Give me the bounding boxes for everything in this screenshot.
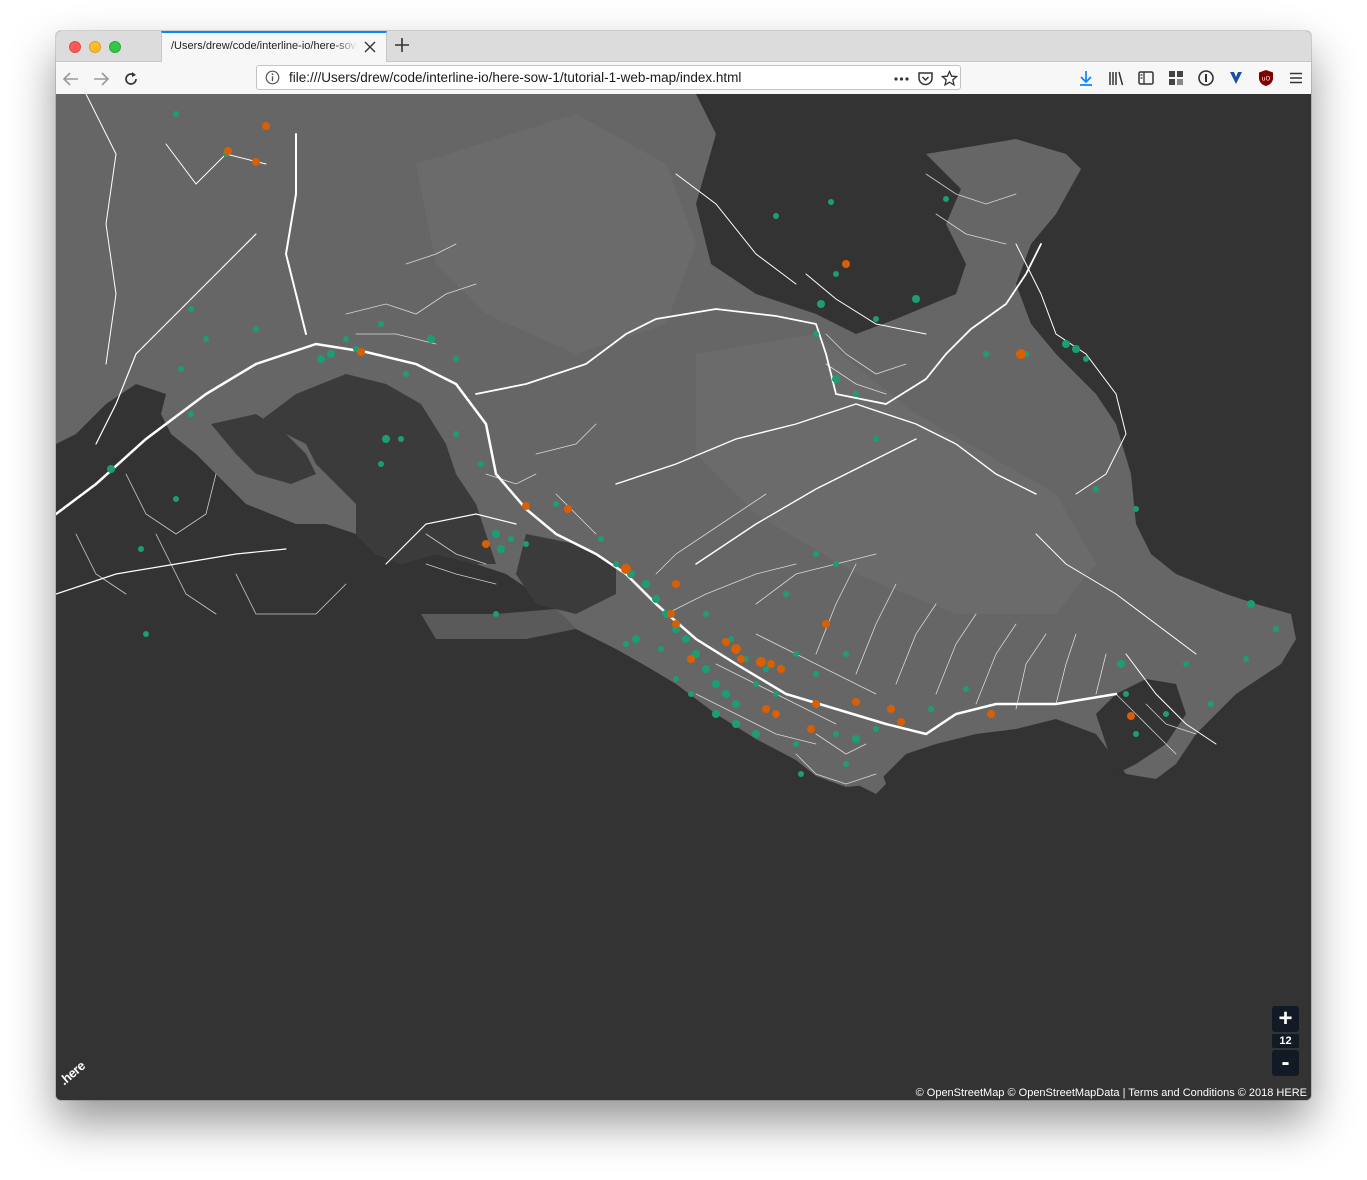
close-window-button[interactable] xyxy=(69,41,81,53)
minimize-window-button[interactable] xyxy=(89,41,101,53)
new-tab-icon[interactable] xyxy=(394,37,410,53)
tab-strip: /Users/drew/code/interline-io/here-sow-1… xyxy=(56,31,1311,62)
library-icon[interactable] xyxy=(1107,69,1125,87)
close-tab-icon[interactable] xyxy=(364,40,376,53)
zoom-window-button[interactable] xyxy=(109,41,121,53)
map-attribution[interactable]: © OpenStreetMap © OpenStreetMapData | Te… xyxy=(916,1087,1307,1099)
info-icon[interactable] xyxy=(265,70,280,85)
1password-icon[interactable] xyxy=(1197,69,1215,87)
navigation-toolbar: file:///Users/drew/code/interline-io/her… xyxy=(56,62,1311,95)
zoom-control: + 12 - xyxy=(1272,1006,1299,1076)
sidebar-icon[interactable] xyxy=(1137,69,1155,87)
zoom-level-indicator: 12 xyxy=(1272,1034,1299,1048)
browser-window: /Users/drew/code/interline-io/here-sow-1… xyxy=(56,31,1311,1100)
menu-icon[interactable] xyxy=(1287,69,1305,87)
zoom-out-button[interactable]: - xyxy=(1272,1050,1299,1076)
tab-title: /Users/drew/code/interline-io/here-sow-1… xyxy=(171,40,357,52)
forward-icon[interactable] xyxy=(92,70,110,88)
pocket-icon[interactable] xyxy=(917,70,934,87)
tab-active[interactable]: /Users/drew/code/interline-io/here-sow-1… xyxy=(161,31,387,62)
url-text[interactable]: file:///Users/drew/code/interline-io/her… xyxy=(289,70,741,85)
download-icon[interactable] xyxy=(1077,69,1095,87)
reload-icon[interactable] xyxy=(122,70,140,88)
map-container[interactable]: .here + 12 - © OpenStreetMap © OpenStree… xyxy=(56,94,1311,1100)
page-actions-icon[interactable] xyxy=(893,70,910,87)
url-bar[interactable]: file:///Users/drew/code/interline-io/her… xyxy=(256,65,961,90)
back-icon[interactable] xyxy=(62,70,80,88)
bookmark-star-icon[interactable] xyxy=(940,69,959,87)
svg-text:uO: uO xyxy=(1262,76,1271,83)
extensions-icon[interactable] xyxy=(1167,69,1185,87)
vivaldi-icon[interactable] xyxy=(1227,69,1245,87)
ublock-icon[interactable]: uO xyxy=(1257,69,1275,87)
zoom-in-button[interactable]: + xyxy=(1272,1006,1299,1032)
map-canvas[interactable] xyxy=(56,94,1311,1100)
